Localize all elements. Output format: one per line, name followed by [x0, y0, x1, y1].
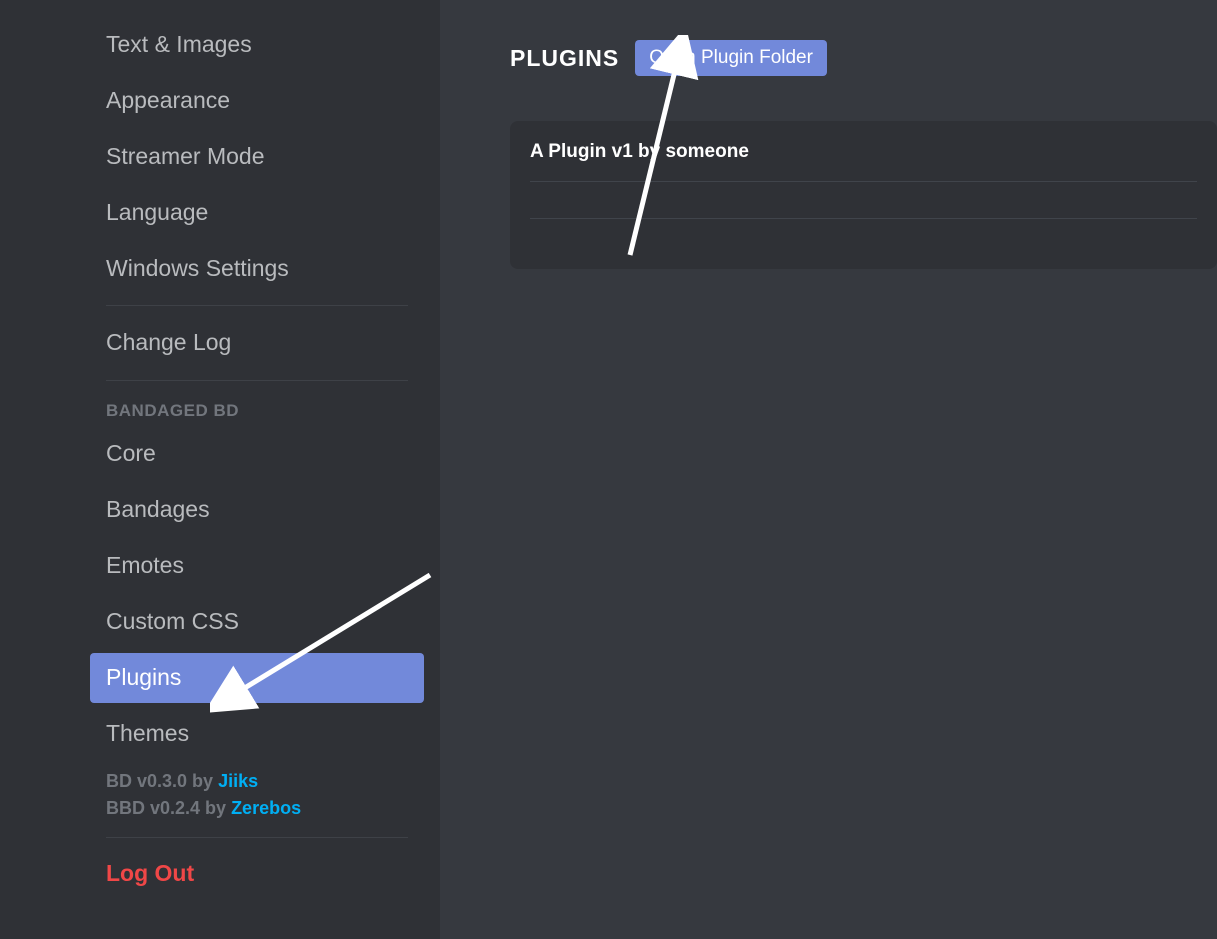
version-author-link[interactable]: Jiiks	[218, 771, 258, 791]
sidebar-item-core[interactable]: Core	[90, 429, 424, 479]
main-content: PLUGINS Open Plugin Folder A Plugin v1 b…	[440, 0, 1217, 939]
sidebar-item-change-log[interactable]: Change Log	[90, 318, 424, 368]
sidebar-item-custom-css[interactable]: Custom CSS	[90, 597, 424, 647]
sidebar-item-emotes[interactable]: Emotes	[90, 541, 424, 591]
separator	[106, 837, 408, 838]
sidebar-item-bandages[interactable]: Bandages	[90, 485, 424, 535]
sidebar-item-themes[interactable]: Themes	[90, 709, 424, 759]
page-title: PLUGINS	[510, 45, 619, 72]
sidebar-item-appearance[interactable]: Appearance	[90, 76, 424, 126]
separator	[106, 380, 408, 381]
plugin-title: A Plugin v1 by someone	[530, 141, 1197, 181]
sidebar-item-logout[interactable]: Log Out	[90, 850, 424, 897]
section-header-bandaged-bd: BANDAGED BD	[90, 393, 424, 429]
divider	[530, 218, 1197, 219]
divider	[530, 181, 1197, 182]
sidebar-item-plugins[interactable]: Plugins	[90, 653, 424, 703]
settings-sidebar: Text & Images Appearance Streamer Mode L…	[0, 0, 440, 939]
plugin-card: A Plugin v1 by someone	[510, 121, 1217, 269]
plugins-header: PLUGINS Open Plugin Folder	[510, 40, 1217, 76]
version-bd: BD v0.3.0 by Jiiks	[90, 765, 424, 792]
sidebar-item-language[interactable]: Language	[90, 188, 424, 238]
sidebar-item-streamer-mode[interactable]: Streamer Mode	[90, 132, 424, 182]
sidebar-item-windows-settings[interactable]: Windows Settings	[90, 244, 424, 294]
version-author-link[interactable]: Zerebos	[231, 798, 301, 818]
version-bbd: BBD v0.2.4 by Zerebos	[90, 792, 424, 819]
open-plugin-folder-button[interactable]: Open Plugin Folder	[635, 40, 827, 76]
separator	[106, 305, 408, 306]
sidebar-item-text-images[interactable]: Text & Images	[90, 20, 424, 70]
